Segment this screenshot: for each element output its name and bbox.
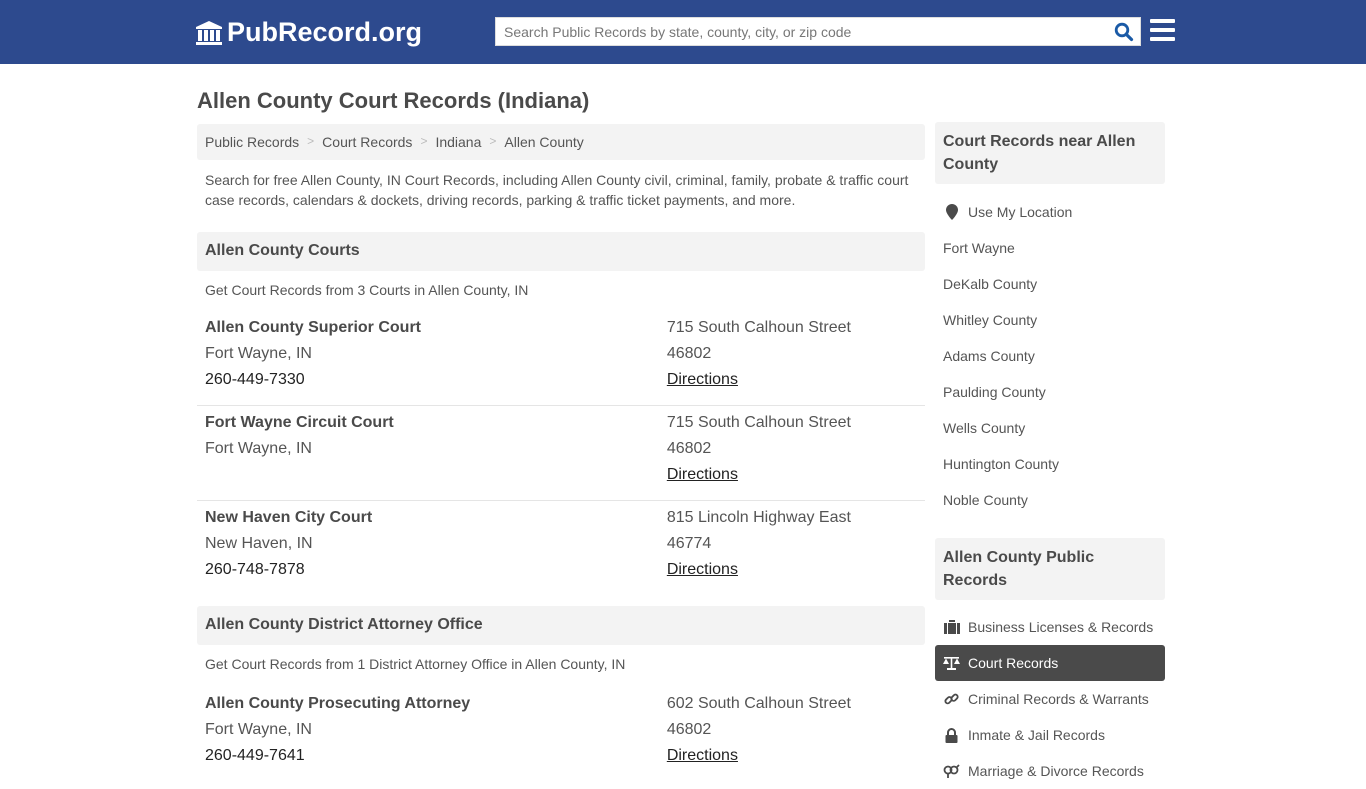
court-entry: Fort Wayne Circuit Court Fort Wayne, IN … — [197, 406, 925, 501]
court-zip: 46802 — [666, 345, 712, 362]
sidebar-item-marriage-divorce[interactable]: Marriage & Divorce Records — [935, 753, 1165, 789]
sidebar-item-label: Business Licenses & Records — [968, 619, 1154, 635]
briefcase-icon — [943, 619, 960, 635]
breadcrumb-public-records[interactable]: Public Records — [205, 134, 299, 150]
scale-icon — [943, 655, 960, 671]
office-address: 602 South Calhoun Street — [666, 695, 851, 712]
court-city: Fort Wayne, IN — [205, 345, 312, 362]
court-zip: 46774 — [666, 535, 712, 552]
court-city: Fort Wayne, IN — [205, 440, 312, 457]
courthouse-icon — [196, 20, 222, 45]
hamburger-menu-icon[interactable] — [1150, 19, 1175, 41]
court-name: Allen County Superior Court — [205, 319, 421, 336]
sidebar-heading-public-records: Allen County Public Records — [935, 538, 1165, 600]
nearby-item-fort-wayne[interactable]: Fort Wayne — [935, 230, 1165, 266]
court-name: New Haven City Court — [205, 509, 373, 526]
court-address: 715 South Calhoun Street — [666, 319, 851, 336]
nearby-item-whitley-county[interactable]: Whitley County — [935, 302, 1165, 338]
nearby-list: Use My Location Fort Wayne DeKalb County… — [935, 184, 1165, 518]
search-icon[interactable] — [1114, 22, 1134, 42]
nearby-item-paulding-county[interactable]: Paulding County — [935, 374, 1165, 410]
section-subtitle-courts: Get Court Records from 3 Courts in Allen… — [205, 282, 529, 298]
nearby-item-wells-county[interactable]: Wells County — [935, 410, 1165, 446]
map-marker-icon — [943, 204, 960, 220]
breadcrumb: Public Records > Court Records > Indiana… — [197, 124, 925, 160]
gender-icon — [943, 763, 960, 779]
section-heading-district-attorney: Allen County District Attorney Office — [197, 606, 925, 645]
search-input[interactable] — [496, 18, 1096, 45]
nearby-item-dekalb-county[interactable]: DeKalb County — [935, 266, 1165, 302]
directions-link[interactable]: Directions — [667, 747, 738, 764]
office-zip: 46802 — [666, 721, 712, 738]
nearby-item-adams-county[interactable]: Adams County — [935, 338, 1165, 374]
logo-text: PubRecord.org — [227, 17, 423, 47]
directions-link[interactable]: Directions — [667, 561, 738, 578]
search-box — [495, 17, 1141, 46]
court-address: 715 South Calhoun Street — [666, 414, 851, 431]
sidebar-item-label: Criminal Records & Warrants — [968, 691, 1149, 707]
sidebar-heading-nearby: Court Records near Allen County — [935, 122, 1165, 184]
page-title: Allen County Court Records (Indiana) — [197, 88, 590, 113]
court-address: 815 Lincoln Highway East — [666, 509, 851, 526]
sidebar-item-label: Marriage & Divorce Records — [968, 763, 1144, 779]
nearby-item-noble-county[interactable]: Noble County — [935, 482, 1165, 518]
sidebar: Court Records near Allen County Use My L… — [935, 122, 1165, 789]
breadcrumb-court-records[interactable]: Court Records — [322, 134, 412, 150]
office-city: Fort Wayne, IN — [205, 721, 312, 738]
main-content: Public Records > Court Records > Indiana… — [197, 124, 925, 780]
breadcrumb-separator: > — [307, 134, 315, 148]
breadcrumb-separator: > — [420, 134, 428, 148]
sidebar-item-criminal-records[interactable]: Criminal Records & Warrants — [935, 681, 1165, 717]
office-name: Allen County Prosecuting Attorney — [205, 695, 471, 712]
court-city: New Haven, IN — [205, 535, 313, 552]
sidebar-item-label: Court Records — [968, 655, 1059, 671]
sidebar-item-inmate-records[interactable]: Inmate & Jail Records — [935, 717, 1165, 753]
attorney-entry: Allen County Prosecuting Attorney Fort W… — [197, 685, 925, 780]
court-entry: Allen County Superior Court Fort Wayne, … — [197, 311, 925, 406]
section-subtitle-district-attorney: Get Court Records from 1 District Attorn… — [205, 656, 626, 672]
breadcrumb-indiana[interactable]: Indiana — [435, 134, 481, 150]
breadcrumb-separator: > — [489, 134, 497, 148]
site-logo[interactable]: PubRecord.org — [195, 17, 422, 48]
directions-link[interactable]: Directions — [667, 466, 738, 483]
sidebar-item-business-licenses[interactable]: Business Licenses & Records — [935, 609, 1165, 645]
sidebar-item-court-records[interactable]: Court Records — [935, 645, 1165, 681]
court-zip: 46802 — [666, 440, 712, 457]
use-my-location-label: Use My Location — [968, 204, 1073, 220]
court-entry: New Haven City Court New Haven, IN 260-7… — [197, 501, 925, 596]
intro-text: Search for free Allen County, IN Court R… — [205, 172, 909, 208]
sidebar-item-label: Inmate & Jail Records — [968, 727, 1105, 743]
nearby-item-huntington-county[interactable]: Huntington County — [935, 446, 1165, 482]
office-phone[interactable]: 260-449-7641 — [205, 747, 667, 773]
top-navbar: PubRecord.org — [0, 0, 1366, 64]
court-phone[interactable]: 260-449-7330 — [205, 371, 667, 397]
breadcrumb-allen-county: Allen County — [504, 134, 584, 150]
lock-icon — [943, 727, 960, 743]
court-name: Fort Wayne Circuit Court — [205, 414, 394, 431]
court-phone[interactable]: 260-748-7878 — [205, 561, 667, 587]
use-my-location-button[interactable]: Use My Location — [935, 194, 1165, 230]
link-icon — [943, 691, 960, 707]
section-heading-courts: Allen County Courts — [197, 232, 925, 271]
directions-link[interactable]: Directions — [667, 371, 738, 388]
public-records-list: Business Licenses & Records Court Record… — [935, 600, 1165, 789]
